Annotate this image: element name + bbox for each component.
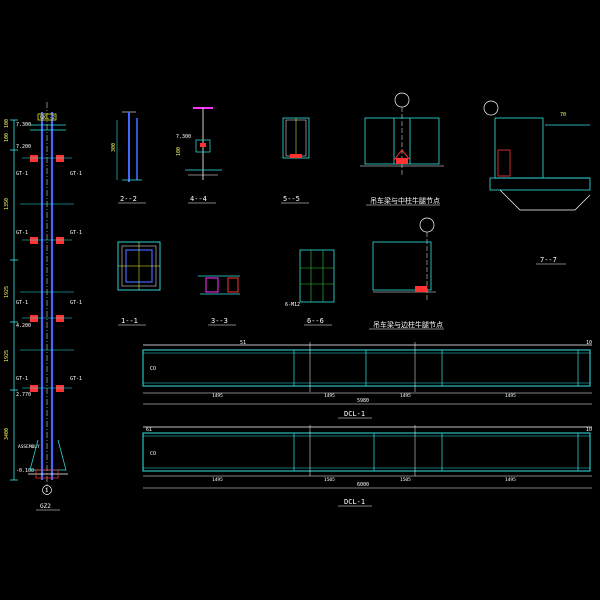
beam1-seg-2: 1495 xyxy=(324,393,335,399)
beam2-left-label: CO xyxy=(150,451,156,457)
s2-dim: 300 xyxy=(111,143,117,152)
section-6-6: 6-M12 6--6 xyxy=(285,249,335,326)
beam2-seg-2: 1505 xyxy=(324,477,335,483)
s3-caption: 3--3 xyxy=(211,317,228,325)
s7-caption: 7--7 xyxy=(540,256,557,264)
column-top-tag: GKL-2 xyxy=(40,115,55,121)
bracket-tag-5: GT-1 xyxy=(16,300,28,306)
s5-caption: 5--5 xyxy=(283,195,300,203)
section-5-5: 5--5 xyxy=(281,117,310,204)
beam1-right-dim: 10 xyxy=(586,340,592,346)
dim-2: 100 xyxy=(4,119,10,128)
beam2-seg-1: 1495 xyxy=(212,477,223,483)
section-3-3: 3--3 xyxy=(198,275,240,326)
s2-caption: 2--2 xyxy=(120,195,137,203)
bracket-tag-7: GT-1 xyxy=(16,376,28,382)
beam-2: 61 10 CO 1495 1505 1505 1495 6000 DCL-1 xyxy=(142,425,592,507)
beam1-span: 5980 xyxy=(357,398,369,404)
s4-elev: 7.300 xyxy=(176,134,191,140)
dim-5: 1925 xyxy=(4,350,10,362)
bracket-tag-1: GT-1 xyxy=(16,171,28,177)
beam2-seg-3: 1505 xyxy=(400,477,411,483)
s4-dim: 100 xyxy=(176,147,182,156)
s6-caption: 6--6 xyxy=(307,317,324,325)
column-caption: GZ2 xyxy=(40,503,51,510)
beam-1: 51 10 CO 1495 1495 1495 1495 5980 DCL-1 xyxy=(142,340,592,419)
beam1-left-label: CO xyxy=(150,366,156,372)
beam2-right-dim: 10 xyxy=(586,427,592,433)
base-note: ASSEMBLY xyxy=(18,444,40,450)
side-node-caption: 吊车梁与边柱牛腿节点 xyxy=(373,320,443,329)
beam1-seg-3: 1495 xyxy=(400,393,411,399)
bracket-tag-3: GT-1 xyxy=(16,230,28,236)
side-node-detail: 吊车梁与边柱牛腿节点 xyxy=(369,217,444,330)
middle-node-caption: 吊车梁与中柱牛腿节点 xyxy=(370,196,440,205)
axis-label: 1 xyxy=(45,488,48,494)
dim-1: 100 xyxy=(4,133,10,142)
dim-3: 1350 xyxy=(4,198,10,210)
middle-node-detail: 吊车梁与中柱牛腿节点 xyxy=(360,92,444,206)
beam1-top-dim: 51 xyxy=(240,340,246,346)
s4-caption: 4--4 xyxy=(190,195,207,203)
elev-5: -0.100 xyxy=(16,468,34,474)
bracket-tag-4: GT-1 xyxy=(70,230,82,236)
s7-dim: 70 xyxy=(560,112,566,118)
dim-4: 1925 xyxy=(4,286,10,298)
section-4-4: 7.300 100 4--4 xyxy=(176,107,222,204)
beam1-caption: DCL-1 xyxy=(344,410,365,418)
beam1-seg-4: 1495 xyxy=(505,393,516,399)
beam2-seg-4: 1495 xyxy=(505,477,516,483)
bracket-tag-2: GT-1 xyxy=(70,171,82,177)
beam2-top-dim: 61 xyxy=(146,427,152,433)
s1-caption: 1--1 xyxy=(121,317,138,325)
elev-2: 7.200 xyxy=(16,144,31,150)
column-elevation: 100 100 1350 1925 1925 3400 GKL-2 GT-1 G… xyxy=(4,102,82,511)
section-2-2: 300 2--2 xyxy=(111,111,146,204)
elev-4: 2.770 xyxy=(16,392,31,398)
beam2-caption: DCL-1 xyxy=(344,498,365,506)
beam1-seg-1: 1495 xyxy=(212,393,223,399)
bracket-tag-8: GT-1 xyxy=(70,376,82,382)
beam2-span: 6000 xyxy=(357,482,369,488)
section-7-7: 70 7--7 xyxy=(483,100,591,265)
dim-6: 3400 xyxy=(4,428,10,440)
elev-3: 4.200 xyxy=(16,323,31,329)
bracket-tag-6: GT-1 xyxy=(70,300,82,306)
elev-1: 7.300 xyxy=(16,122,31,128)
section-1-1: 1--1 xyxy=(117,241,161,326)
drawing-canvas: 100 100 1350 1925 1925 3400 GKL-2 GT-1 G… xyxy=(4,92,592,511)
s6-tag: 6-M12 xyxy=(285,302,300,308)
